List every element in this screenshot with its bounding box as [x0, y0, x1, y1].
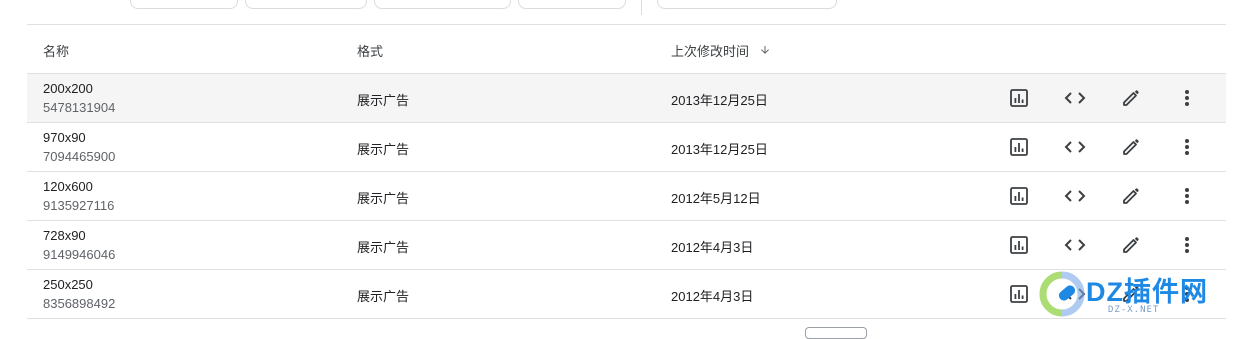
watermark: DZ插件网 DZ-X.NET	[1038, 266, 1238, 328]
code-icon[interactable]	[1063, 135, 1087, 159]
filter-chip[interactable]	[518, 0, 626, 9]
pencil-icon[interactable]	[1119, 86, 1143, 110]
ad-format: 展示广告	[357, 93, 410, 108]
ad-format: 展示广告	[357, 191, 410, 206]
ad-format: 展示广告	[357, 289, 410, 304]
filter-chip[interactable]	[245, 0, 367, 9]
watermark-text: DZ插件网	[1086, 277, 1208, 307]
ad-unit-name-cell: 970x90 7094465900	[43, 128, 115, 166]
ad-unit-id: 7094465900	[43, 149, 116, 164]
ad-unit-id: 9135927116	[43, 198, 115, 213]
column-header-modified-label: 上次修改时间	[671, 44, 750, 59]
table-row[interactable]: 200x200 5478131904 展示广告 2013年12月25日	[27, 74, 1226, 123]
ad-unit-name[interactable]: 728x90	[43, 226, 115, 245]
pencil-icon[interactable]	[1119, 184, 1143, 208]
watermark-logo-icon	[1039, 271, 1085, 317]
filter-chip[interactable]	[657, 0, 837, 9]
code-icon[interactable]	[1063, 184, 1087, 208]
pencil-icon[interactable]	[1119, 233, 1143, 257]
ad-unit-name-cell: 728x90 9149946046	[43, 226, 115, 264]
more-vert-icon[interactable]	[1175, 184, 1199, 208]
ad-format: 展示广告	[357, 142, 410, 157]
bar-chart-icon[interactable]	[1007, 135, 1031, 159]
column-header-format[interactable]: 格式	[357, 41, 383, 60]
filter-chip[interactable]	[130, 0, 238, 9]
table-row[interactable]: 728x90 9149946046 展示广告 2012年4月3日	[27, 221, 1226, 270]
ad-unit-id: 9149946046	[43, 247, 116, 262]
ad-format: 展示广告	[357, 240, 410, 255]
modified-date: 2012年4月3日	[671, 289, 754, 304]
ad-unit-name-cell: 250x250 8356898492	[43, 275, 115, 313]
table-row[interactable]: 970x90 7094465900 展示广告 2013年12月25日	[27, 123, 1226, 172]
pencil-icon[interactable]	[1119, 135, 1143, 159]
modified-date: 2013年12月25日	[671, 142, 768, 157]
bar-chart-icon[interactable]	[1007, 184, 1031, 208]
ad-unit-name-cell: 120x600 9135927116	[43, 177, 114, 215]
bar-chart-icon[interactable]	[1007, 282, 1031, 306]
arrow-down-icon[interactable]	[759, 44, 771, 59]
modified-date: 2013年12月25日	[671, 93, 768, 108]
code-icon[interactable]	[1063, 86, 1087, 110]
table-header: 名称 格式 上次修改时间	[27, 25, 1226, 74]
ad-unit-name-cell: 200x200 5478131904	[43, 79, 115, 117]
modified-date: 2012年5月12日	[671, 191, 761, 206]
more-vert-icon[interactable]	[1175, 135, 1199, 159]
ad-unit-name[interactable]: 970x90	[43, 128, 115, 147]
filter-chip-bar	[0, 0, 1241, 22]
more-vert-icon[interactable]	[1175, 86, 1199, 110]
column-header-name[interactable]: 名称	[43, 41, 69, 60]
filter-chip[interactable]	[374, 0, 511, 9]
code-icon[interactable]	[1063, 233, 1087, 257]
ad-unit-name[interactable]: 250x250	[43, 275, 115, 294]
ad-unit-id: 8356898492	[43, 296, 116, 311]
chip-divider	[641, 0, 642, 15]
bar-chart-icon[interactable]	[1007, 86, 1031, 110]
column-header-modified[interactable]: 上次修改时间	[671, 41, 771, 60]
watermark-subtext: DZ-X.NET	[1108, 305, 1160, 315]
ad-unit-name[interactable]: 200x200	[43, 79, 115, 98]
modified-date: 2012年4月3日	[671, 240, 754, 255]
table-row[interactable]: 120x600 9135927116 展示广告 2012年5月12日	[27, 172, 1226, 221]
pagination-control[interactable]	[805, 327, 867, 339]
ad-unit-id: 5478131904	[43, 100, 116, 115]
more-vert-icon[interactable]	[1175, 233, 1199, 257]
ad-unit-name[interactable]: 120x600	[43, 177, 114, 196]
bar-chart-icon[interactable]	[1007, 233, 1031, 257]
